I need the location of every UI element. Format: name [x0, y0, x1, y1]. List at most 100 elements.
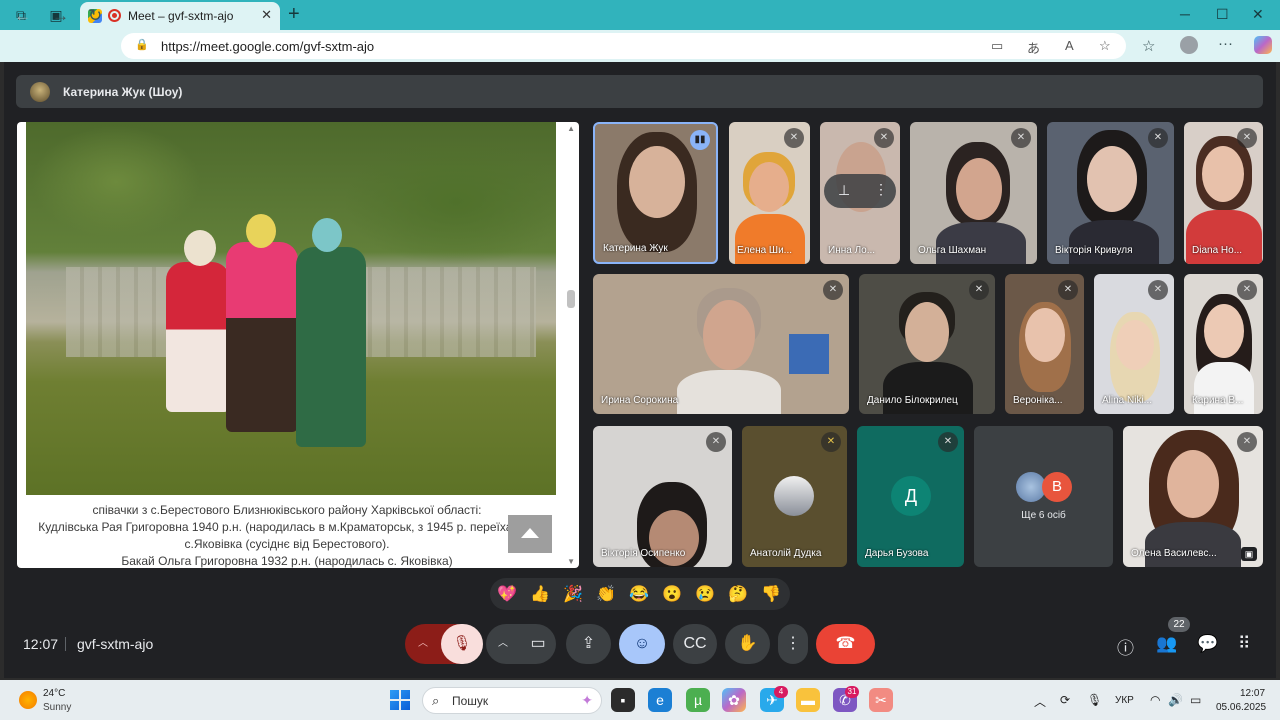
shared-screen[interactable]: ▲ ▼ співачки з с.Берестового Близнюківсь…	[17, 122, 579, 568]
address-bar[interactable]: 🔒 https://meet.google.com/gvf-sxtm-ajo ▭…	[121, 33, 1126, 59]
reaction-clap[interactable]: 👏	[595, 584, 617, 606]
tile-viktoria-kryvulia[interactable]: ✕ Вікторія Кривуля	[1047, 122, 1174, 264]
meeting-info-icon[interactable]: ⓘ	[1117, 634, 1134, 659]
taskbar-time[interactable]: 12:07	[1240, 688, 1265, 699]
lock-icon[interactable]: 🔒	[135, 38, 149, 51]
participant-count-badge: 22	[1168, 617, 1190, 632]
file-explorer-icon[interactable]: ▬	[796, 688, 820, 712]
weather-sun-icon[interactable]	[19, 691, 37, 709]
tile-karyna[interactable]: ✕ Карина В...	[1184, 274, 1263, 414]
tray-mic-icon[interactable]: 🎙	[1087, 693, 1102, 707]
tile-more-icon[interactable]: ⋮	[874, 181, 888, 198]
tile-inna[interactable]: ⊥ ⋮ ✕ Инна Ло...	[820, 122, 900, 264]
search-placeholder: Пошук	[452, 694, 489, 708]
copilot-taskbar-icon[interactable]: ✿	[722, 688, 746, 712]
participant-name: Олена Василевс...	[1131, 548, 1217, 559]
battery-icon[interactable]: ▭	[1190, 693, 1201, 707]
present-screen-button[interactable]: ⇪	[566, 624, 611, 664]
reaction-sad[interactable]: 😢	[694, 584, 716, 606]
snipping-tool-icon[interactable]: ✂	[869, 688, 893, 712]
back-icon[interactable]: ←	[14, 6, 31, 26]
scroll-up-icon[interactable]: ▲	[567, 124, 575, 133]
keyboard-language[interactable]: УКР	[1115, 695, 1134, 706]
tile-olga-shakhman[interactable]: ✕ Ольга Шахман	[910, 122, 1037, 264]
tile-olena-vasylevs[interactable]: ✕ ▣ Олена Василевс...	[1123, 426, 1263, 567]
utorrent-icon[interactable]: µ	[686, 688, 710, 712]
others-avatar-initial: В	[1042, 472, 1072, 502]
search-icon: ⌕	[432, 693, 440, 708]
new-tab-icon[interactable]: +	[288, 3, 300, 26]
activities-icon[interactable]: ⠿	[1238, 634, 1250, 654]
slide-scrollbar-thumb[interactable]	[567, 290, 575, 308]
copilot-icon[interactable]	[1254, 36, 1272, 54]
minimize-icon[interactable]: ─	[1180, 6, 1190, 22]
read-aloud-icon[interactable]: A	[1065, 38, 1074, 53]
edge-icon[interactable]: e	[648, 688, 672, 712]
forward-icon[interactable]: →	[52, 6, 69, 26]
pip-icon[interactable]: ▣	[1241, 547, 1257, 561]
refresh-icon[interactable]: ↻	[88, 6, 102, 26]
caption-line-4: Бакай Ольга Григоровна 1932 р.н. (народи…	[121, 554, 453, 568]
participant-avatar	[774, 476, 814, 516]
tile-anatolii-dudka[interactable]: ✕ Анатолій Дудка	[742, 426, 847, 567]
taskbar-date[interactable]: 05.06.2025	[1216, 702, 1266, 713]
scroll-to-top-button[interactable]	[508, 515, 552, 553]
reaction-thumbs-down[interactable]: 👎	[760, 584, 782, 606]
task-view-icon[interactable]: ▪	[611, 688, 635, 712]
tile-katerina-zhuk[interactable]: ▮▮ Катерина Жук	[593, 122, 718, 264]
volume-icon[interactable]: 🔊	[1168, 693, 1183, 707]
maximize-icon[interactable]: ☐	[1216, 6, 1229, 23]
pin-icon[interactable]: ⊥	[838, 182, 850, 199]
close-tab-icon[interactable]: ✕	[261, 7, 272, 23]
reaction-surprised[interactable]: 😮	[661, 584, 683, 606]
participant-name: Вероніка...	[1013, 395, 1063, 406]
reaction-thumbs-up[interactable]: 👍	[529, 584, 551, 606]
video-options-chevron-icon[interactable]: ︿	[486, 624, 520, 664]
scroll-down-icon[interactable]: ▼	[567, 557, 575, 566]
mic-off-icon: ✕	[1011, 128, 1031, 148]
tile-veronika[interactable]: ✕ Вероніка...	[1005, 274, 1084, 414]
windows-start-icon[interactable]	[390, 690, 410, 710]
reaction-heart[interactable]: 💖	[496, 584, 518, 606]
raise-hand-button[interactable]: ✋	[725, 624, 770, 664]
more-options-button[interactable]: ⋮	[778, 624, 808, 664]
tile-viktoria-osypenko[interactable]: ✕ Вікторія Осипенко	[593, 426, 732, 567]
shared-photo	[26, 122, 556, 495]
tab-meet[interactable]: Meet – gvf-sxtm-ajo ✕	[80, 2, 280, 30]
others-label: Ще 6 осіб	[1021, 510, 1066, 521]
meeting-time: 12:07	[23, 636, 59, 652]
audio-options-chevron-icon[interactable]: ︿	[405, 624, 441, 664]
reaction-thinking[interactable]: 🤔	[727, 584, 749, 606]
people-icon[interactable]: 👥	[1156, 634, 1177, 654]
profile-avatar[interactable]	[1180, 36, 1198, 54]
tray-overflow-icon[interactable]: ︿	[1034, 693, 1046, 710]
tile-iryna-sorokina[interactable]: ✕ Ирина Сорокина	[593, 274, 849, 414]
tile-danylo[interactable]: ✕ Данило Білокрилец	[859, 274, 995, 414]
camera-button[interactable]: ▭	[520, 624, 556, 664]
weather-condition[interactable]: Sunny	[43, 702, 71, 713]
camera-icon[interactable]: ▭	[991, 38, 1003, 54]
reaction-party[interactable]: 🎉	[562, 584, 584, 606]
favorites-icon[interactable]: ☆	[1142, 37, 1155, 55]
translate-icon[interactable]: あ	[1027, 38, 1040, 57]
tile-elena[interactable]: ✕ Елена Ши...	[729, 122, 810, 264]
favorite-star-icon[interactable]: ☆	[1099, 38, 1111, 54]
wifi-icon[interactable]: ◠	[1150, 693, 1160, 707]
participant-name: Вікторія Кривуля	[1055, 245, 1133, 256]
end-call-button[interactable]: ☎	[816, 624, 875, 664]
tile-diana[interactable]: ✕ Diana Ho...	[1184, 122, 1263, 264]
tray-sync-icon[interactable]: ⟳	[1060, 693, 1070, 707]
chat-icon[interactable]: 💬	[1197, 634, 1218, 654]
tile-alina[interactable]: ✕ Alina Niki...	[1094, 274, 1174, 414]
url-text[interactable]: https://meet.google.com/gvf-sxtm-ajo	[161, 39, 374, 54]
taskbar-search[interactable]: ⌕ Пошук ✦	[422, 687, 602, 714]
tile-others[interactable]: В Ще 6 осіб	[974, 426, 1113, 567]
emoji-button[interactable]: ☺	[619, 624, 665, 664]
more-menu-icon[interactable]: ···	[1218, 35, 1233, 52]
mic-off-button[interactable]: 🎙	[441, 624, 483, 664]
captions-button[interactable]: CC	[673, 624, 717, 664]
reaction-laugh[interactable]: 😂	[628, 584, 650, 606]
tile-darya-buzova[interactable]: Д ✕ Дарья Бузова	[857, 426, 964, 567]
close-window-icon[interactable]: ✕	[1252, 6, 1264, 23]
weather-temperature[interactable]: 24°C	[43, 688, 65, 699]
